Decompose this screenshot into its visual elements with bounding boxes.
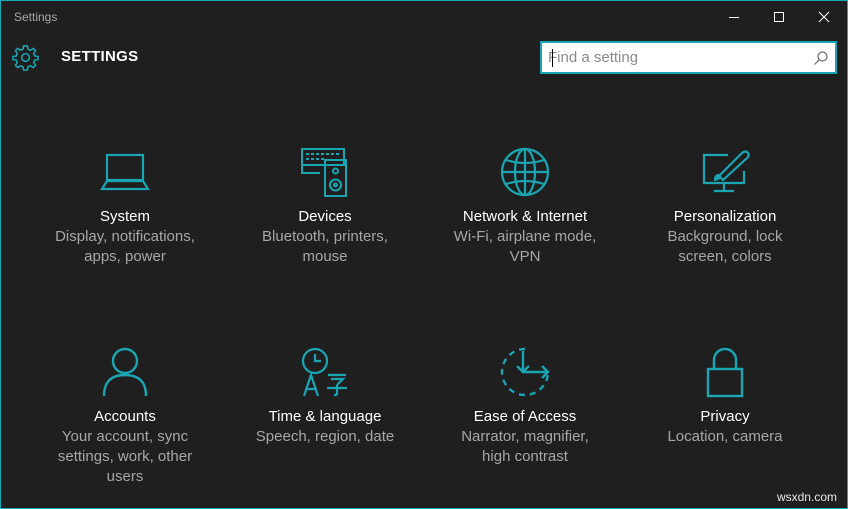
- gear-icon: [12, 45, 39, 71]
- maximize-icon: [774, 12, 784, 22]
- tile-system[interactable]: System Display, notifications, apps, pow…: [25, 145, 225, 267]
- close-button[interactable]: [801, 1, 847, 33]
- search-icon[interactable]: [813, 50, 829, 66]
- tile-name: Devices: [298, 208, 352, 225]
- minimize-button[interactable]: [711, 1, 757, 33]
- lock-icon: [706, 347, 744, 398]
- maximize-button[interactable]: [756, 1, 802, 33]
- search-input[interactable]: [548, 46, 810, 69]
- tile-privacy[interactable]: Privacy Location, camera: [625, 345, 825, 447]
- page-title: SETTINGS: [61, 48, 139, 65]
- tile-name: Ease of Access: [473, 408, 577, 425]
- tile-description: Background, lock screen, colors: [667, 228, 783, 265]
- clock-language-icon: [301, 347, 347, 397]
- keyboard-speaker-icon: [301, 148, 347, 197]
- tile-description: Narrator, magnifier, high contrast: [461, 428, 589, 465]
- tile-time-language[interactable]: Time & language Speech, region, date: [225, 345, 425, 447]
- text-caret: [552, 49, 553, 67]
- tile-name: Network & Internet: [462, 208, 588, 225]
- laptop-icon: [100, 153, 150, 191]
- tile-name: Accounts: [94, 408, 156, 425]
- person-icon: [102, 347, 148, 397]
- title-bar[interactable]: Settings: [1, 1, 847, 33]
- globe-icon: [500, 147, 550, 197]
- paintbrush-monitor-icon: [702, 150, 750, 193]
- tile-name: Personalization: [673, 208, 777, 225]
- tile-network-internet[interactable]: Network & Internet Wi-Fi, airplane mode,…: [425, 145, 625, 267]
- tile-name: Time & language: [268, 408, 382, 425]
- tile-personalization[interactable]: Personalization Background, lock screen,…: [625, 145, 825, 267]
- tile-description: Display, notifications, apps, power: [55, 228, 195, 265]
- settings-window: Settings SETTINGS S: [0, 0, 848, 509]
- tile-description: Location, camera: [667, 428, 783, 445]
- tile-devices[interactable]: Devices Bluetooth, printers, mouse: [225, 145, 425, 267]
- tile-description: Bluetooth, printers, mouse: [262, 228, 388, 265]
- tile-name: Privacy: [700, 408, 750, 425]
- tile-description: Your account, sync settings, work, other…: [57, 428, 193, 485]
- tile-name: System: [99, 208, 150, 225]
- window-title: Settings: [14, 10, 58, 24]
- tile-description: Wi-Fi, airplane mode, VPN: [453, 228, 597, 265]
- watermark: wsxdn.com: [776, 490, 837, 504]
- tile-accounts[interactable]: Accounts Your account, sync settings, wo…: [25, 345, 225, 487]
- close-icon: [818, 11, 830, 23]
- tile-description: Speech, region, date: [255, 428, 395, 445]
- search-box[interactable]: [540, 41, 837, 74]
- ease-of-access-icon: [500, 347, 550, 397]
- minimize-icon: [729, 17, 739, 18]
- tile-ease-of-access[interactable]: Ease of Access Narrator, magnifier, high…: [425, 345, 625, 467]
